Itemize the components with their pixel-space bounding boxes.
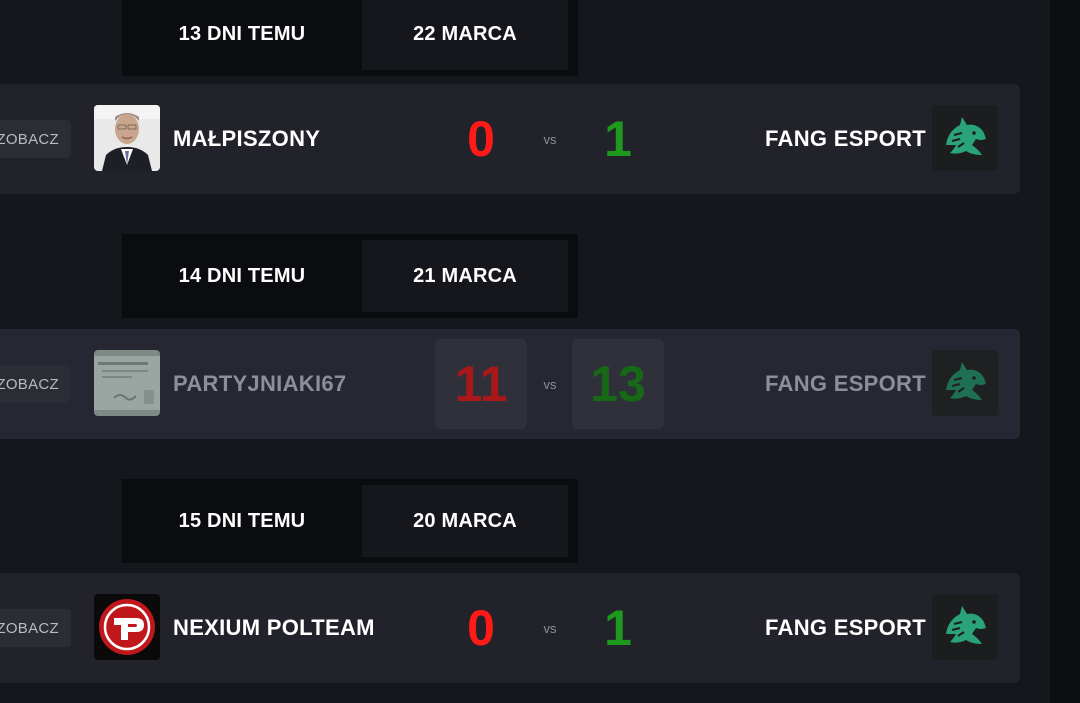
home-score: 0 bbox=[467, 600, 495, 656]
team-logo-p bbox=[94, 594, 160, 660]
home-team-name[interactable]: MAŁPISZONY bbox=[173, 84, 320, 194]
team-logo-document bbox=[94, 350, 160, 416]
away-team-name[interactable]: FANG ESPORT bbox=[765, 573, 926, 683]
team-logo-wolf bbox=[932, 350, 998, 416]
away-score: 1 bbox=[604, 111, 632, 167]
match-date-header: 15 DNI TEMU 20 MARCA bbox=[122, 479, 578, 563]
team-logo-wolf bbox=[932, 105, 998, 171]
away-team-name[interactable]: FANG ESPORT bbox=[765, 329, 926, 439]
match-date-label: 22 MARCA bbox=[362, 0, 568, 70]
away-score: 13 bbox=[572, 339, 664, 429]
home-score: 0 bbox=[467, 111, 495, 167]
match-date-label: 20 MARCA bbox=[362, 485, 568, 557]
scrollbar-track[interactable] bbox=[1050, 0, 1080, 703]
see-match-button[interactable]: ZOBACZ bbox=[0, 120, 71, 158]
match-date-label: 21 MARCA bbox=[362, 240, 568, 312]
match-row[interactable]: ZOBACZ PARTYJNIAKI67 11 vs 13 FANG ESPOR… bbox=[0, 329, 1020, 439]
away-score: 1 bbox=[604, 600, 632, 656]
home-team-name[interactable]: PARTYJNIAKI67 bbox=[173, 329, 346, 439]
see-match-button[interactable]: ZOBACZ bbox=[0, 365, 71, 403]
see-match-button[interactable]: ZOBACZ bbox=[0, 609, 71, 647]
home-score: 11 bbox=[435, 339, 527, 429]
days-ago-label: 13 DNI TEMU bbox=[122, 0, 362, 76]
home-team-name[interactable]: NEXIUM POLTEAM bbox=[173, 573, 375, 683]
days-ago-label: 14 DNI TEMU bbox=[122, 234, 362, 318]
match-date-header: 14 DNI TEMU 21 MARCA bbox=[122, 234, 578, 318]
team-logo-wolf bbox=[932, 594, 998, 660]
vs-label: vs bbox=[543, 376, 557, 392]
vs-label: vs bbox=[543, 131, 557, 147]
match-row[interactable]: ZOBACZ MAŁPISZONY 0 vs 1 FANG ESPORT bbox=[0, 84, 1020, 194]
match-date-header: 13 DNI TEMU 22 MARCA bbox=[122, 0, 578, 76]
vs-label: vs bbox=[543, 620, 557, 636]
team-logo-portrait bbox=[94, 105, 160, 171]
match-row[interactable]: ZOBACZ NEXIUM POLTEAM 0 vs 1 FANG ESPORT bbox=[0, 573, 1020, 683]
days-ago-label: 15 DNI TEMU bbox=[122, 479, 362, 563]
away-team-name[interactable]: FANG ESPORT bbox=[765, 84, 926, 194]
